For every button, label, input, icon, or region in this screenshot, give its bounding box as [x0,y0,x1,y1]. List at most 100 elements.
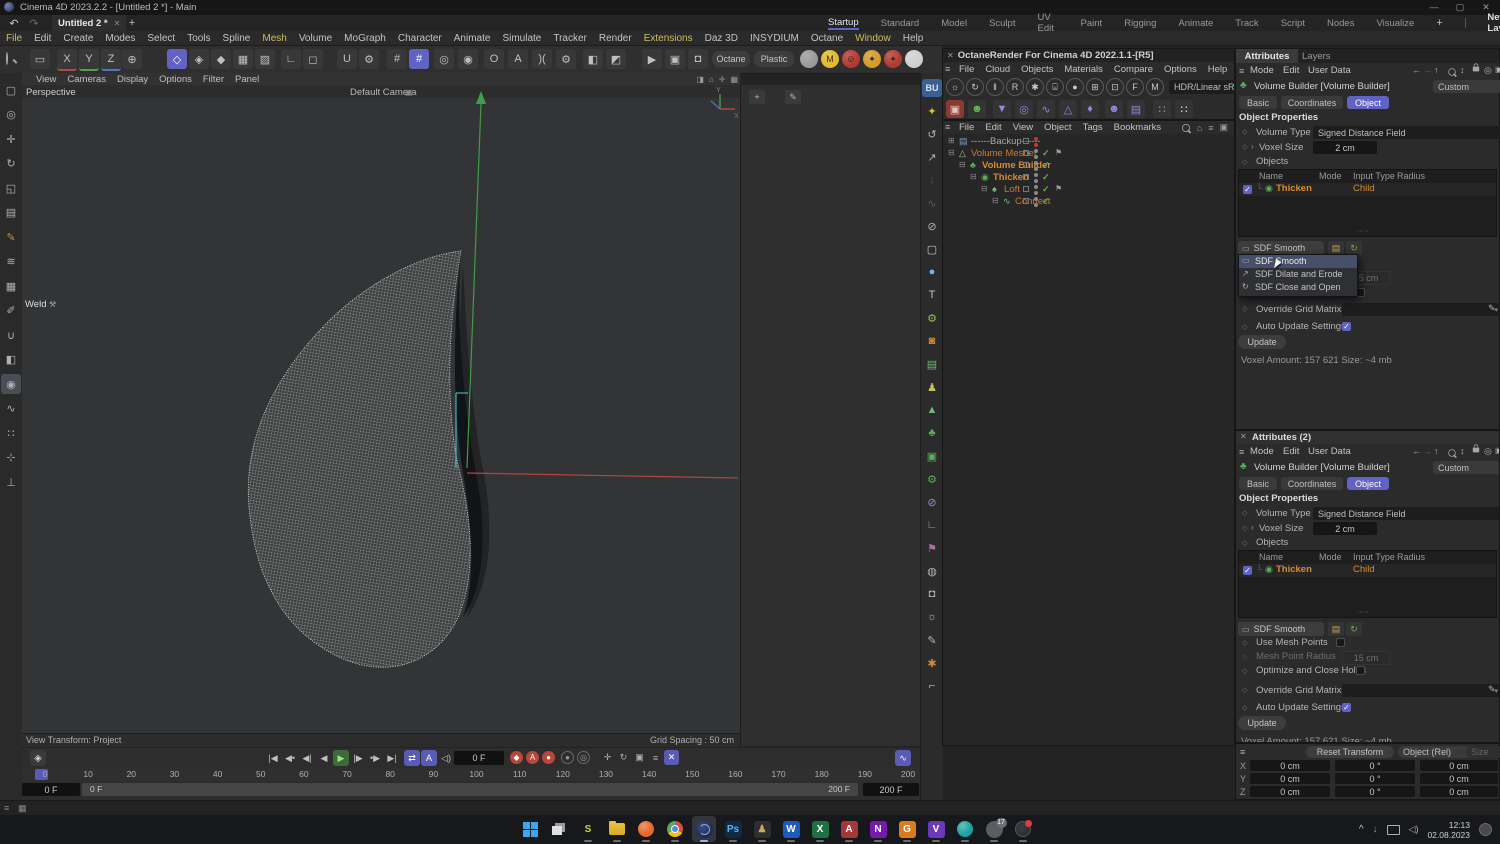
menu-file[interactable]: File [6,33,22,44]
om-menu-edit[interactable]: Edit [985,122,1001,133]
pick-object-icon[interactable]: ✎ [1488,684,1496,695]
lock-resolution-icon[interactable]: ⌸ [1046,78,1064,96]
attr-popout-icon[interactable]: ▣ [1495,446,1499,455]
keyframe-presets-button[interactable]: ◎ [577,751,590,764]
annotation-icon[interactable]: ⚑ [922,539,942,557]
layout-tab-animate[interactable]: Animate [1178,18,1213,29]
loop-button[interactable]: ⇄ [404,750,420,766]
om-menu-icon[interactable]: ≡ [945,122,950,132]
import-disabled-icon[interactable]: ↓ [922,171,942,189]
mirror-tool[interactable]: ◧ [1,350,21,370]
viewport-menu-view[interactable]: View [36,74,56,85]
sound-button[interactable]: ◁) [438,750,454,766]
record-position-button[interactable]: ✛ [600,750,615,765]
rotation-field[interactable]: 0 ° [1335,760,1415,771]
status-grid-icon[interactable]: ▦ [18,803,27,814]
character-icon[interactable]: ♟ [922,378,942,396]
layout-tab-rigging[interactable]: Rigging [1124,18,1156,29]
sublime-icon[interactable]: S [576,816,600,842]
octane-menu-materials[interactable]: Materials [1064,64,1103,75]
attr-filter-icon[interactable]: ↕ [1460,446,1465,456]
octane-objects-icon[interactable]: ✱ [922,654,942,672]
timeline-ruler[interactable]: 0 10 20 30 40 50 60 70 80 90 100 110 120 130 140 150 160… [22,768,920,781]
photoshop-icon[interactable]: Ps [721,816,745,842]
attr-target-icon[interactable]: ◎ [1484,65,1492,76]
expand-icon[interactable]: ⊟ [959,160,966,169]
scale-field[interactable]: 0 cm [1420,773,1498,784]
optimize-checkbox[interactable] [1356,666,1365,675]
tray-volume-icon[interactable]: ◁) [1409,824,1419,835]
layer-square[interactable] [1023,162,1029,168]
position-field[interactable]: 0 cm [1250,786,1330,797]
octane-close-icon[interactable]: ✕ [943,51,958,60]
auto-update-checkbox[interactable]: ✓ [1342,322,1351,331]
layout-tab-model[interactable]: Model [941,18,967,29]
tray-clock[interactable]: 12:13 02.08.2023 [1427,820,1470,840]
brush-tool[interactable]: ✐ [1,301,21,321]
viewport-layout-icon[interactable]: ▦ [730,75,738,84]
menu-animate[interactable]: Animate [454,33,491,44]
smooth-tool[interactable]: ∿ [1,399,21,419]
om-menu-object[interactable]: Object [1044,122,1071,133]
axis-tool[interactable]: ⊥ [1,472,21,492]
viewport-home-icon[interactable]: ⌂ [709,75,714,84]
octane-menu-cloud[interactable]: Cloud [985,64,1010,75]
table-resize-dots[interactable]: ····· [1357,609,1369,616]
om-home-icon[interactable]: ⌂ [1197,123,1202,133]
menu-tracker[interactable]: Tracker [553,33,587,44]
visibility-dot-bottom[interactable] [1034,143,1038,147]
v-app-icon[interactable]: V [924,816,948,842]
tool-options-icon[interactable]: ⚙ [556,49,576,69]
material-ball-gray[interactable] [800,50,818,68]
range-bar[interactable]: 0 F 200 F [82,783,858,796]
planar-workplane-icon[interactable]: ◻ [303,49,323,69]
lock-z-button[interactable]: Z [101,49,121,71]
magnet-tool[interactable]: ∪ [1,325,21,345]
dev-app-icon[interactable]: ♟ [750,816,774,842]
om-filter-icon[interactable]: ≡ [1208,123,1213,133]
octane-camera-icon[interactable]: ▣ [946,100,964,118]
preset-dropdown[interactable]: Custom [1433,80,1500,93]
polygon-pen-tool[interactable]: ▦ [1,276,21,296]
volume-type-dropdown[interactable]: Signed Distance Field [1313,507,1499,520]
attr-search-icon[interactable] [1448,68,1456,76]
coords-menu-icon[interactable]: ≡ [1240,747,1245,757]
visibility-dot-top[interactable] [1034,149,1038,153]
sketch-style-icon[interactable]: ✎ [922,631,942,649]
octane-shutter-icon[interactable]: ☼ [946,78,964,96]
tab-basic[interactable]: Basic [1239,96,1277,109]
attr-menu-edit[interactable]: Edit [1283,65,1299,76]
play-reverse-button[interactable]: ◀ [316,750,332,766]
nav-forward-icon[interactable]: → [1423,65,1432,75]
tab-coordinates[interactable]: Coordinates [1281,477,1343,490]
tray-chevron-icon[interactable]: ^ [1359,824,1364,835]
render-view-icon[interactable]: ◎ [434,49,454,69]
range-start-box[interactable]: 0 F [22,783,80,796]
volume-icon[interactable]: ♣ [922,424,942,442]
add-folder-icon[interactable]: ▤ [1328,241,1344,255]
render-settings-icon[interactable]: ◉ [458,49,478,69]
document-tab[interactable]: Untitled 2 * ✕ [52,15,127,31]
search-icon[interactable] [6,52,8,65]
effector-icon[interactable]: ◙ [922,332,942,350]
render-movie-icon[interactable]: ▣ [665,49,685,69]
prev-frame-button[interactable]: ◀| [299,750,315,766]
menu-simulate[interactable]: Simulate [502,33,541,44]
expand-caret[interactable]: › [1251,142,1254,151]
bricks-icon[interactable]: ▤ [1127,100,1145,118]
attr-lock-icon[interactable] [1472,444,1480,453]
undo-icon[interactable]: ↶ [6,16,22,30]
attr-menu-mode[interactable]: Mode [1250,65,1274,76]
layout-tab-startup[interactable]: Startup [828,17,859,30]
visibility-dot-bottom[interactable] [1034,191,1038,195]
material-octane-red[interactable]: ✦ [884,50,902,68]
table-row-thicken[interactable]: ✓ └ ◉ Thicken Child [1239,564,1496,577]
visibility-dot-bottom[interactable] [1034,179,1038,183]
array-tool[interactable]: ∷ [1,423,21,443]
octane-menu-compare[interactable]: Compare [1114,64,1153,75]
rotate-tool[interactable]: ↻ [1,154,21,174]
material-picker-icon[interactable]: M [1146,78,1164,96]
refresh-icon[interactable]: ↻ [1346,241,1362,255]
loop-cut-tool[interactable]: ≋ [1,252,21,272]
layout-tab-nodes[interactable]: Nodes [1327,18,1354,29]
